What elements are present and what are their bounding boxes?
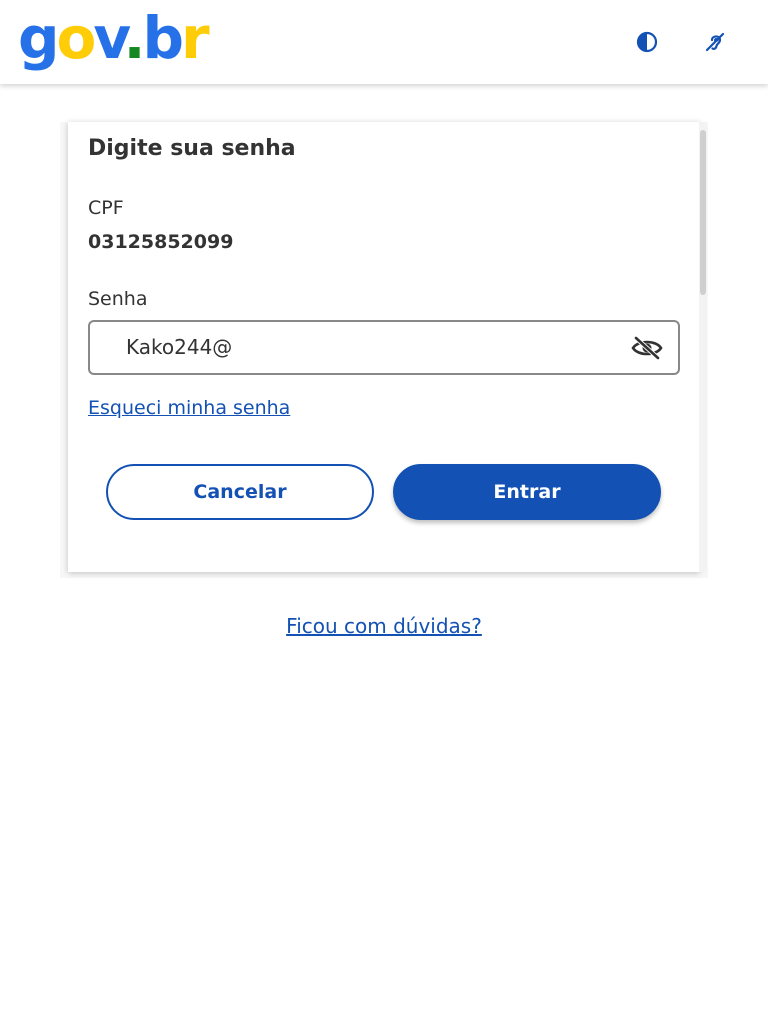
help-link-container: Ficou com dúvidas? <box>0 614 768 638</box>
contrast-button[interactable] <box>629 24 665 60</box>
accessibility-button[interactable] <box>697 24 733 60</box>
logo-letter-v: v <box>93 4 126 72</box>
cancel-button[interactable]: Cancelar <box>106 464 374 520</box>
help-link[interactable]: Ficou com dúvidas? <box>286 614 482 638</box>
password-field[interactable]: Kako244@ <box>88 320 680 375</box>
password-label: Senha <box>88 288 148 310</box>
gov-br-logo[interactable]: gov.br <box>18 2 210 74</box>
hearing-accessibility-icon <box>705 32 725 52</box>
toggle-password-visibility-button[interactable] <box>630 334 664 362</box>
cpf-label: CPF <box>88 197 124 219</box>
contrast-icon <box>636 31 658 53</box>
page-title: Digite sua senha <box>88 136 296 161</box>
logo-letter-r: r <box>181 4 210 72</box>
card-scrollbar-thumb[interactable] <box>700 130 706 295</box>
forgot-password-link[interactable]: Esqueci minha senha <box>88 397 290 419</box>
password-value[interactable]: Kako244@ <box>126 335 232 359</box>
header-bar: gov.br <box>0 0 768 84</box>
eye-slash-icon <box>631 336 663 360</box>
enter-button[interactable]: Entrar <box>393 464 661 520</box>
logo-dot: . <box>123 4 145 72</box>
cpf-value: 03125852099 <box>88 231 234 253</box>
logo-letter-o: o <box>56 4 97 72</box>
logo-letter-b: b <box>142 4 184 72</box>
logo-letter-g: g <box>18 4 59 72</box>
